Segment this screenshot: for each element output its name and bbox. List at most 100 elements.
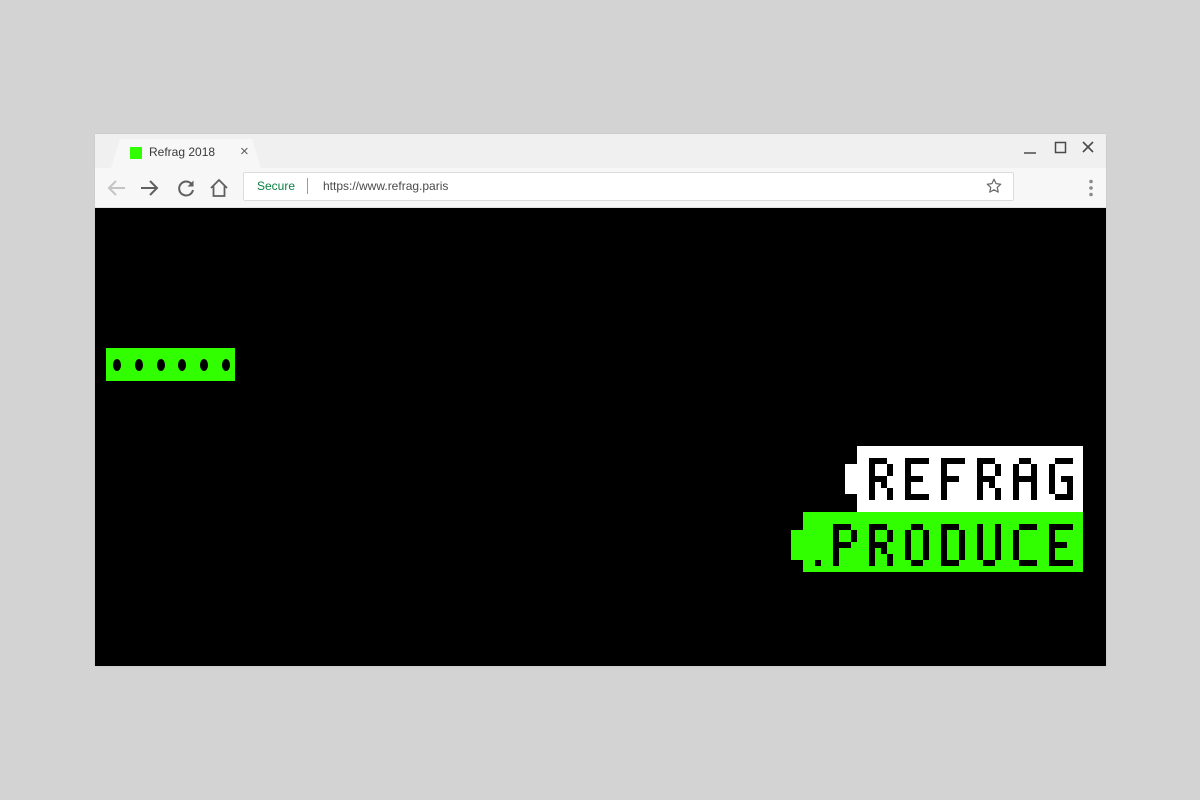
close-window-icon[interactable] xyxy=(1081,140,1095,156)
logo-line-refrag-glyph-pixel xyxy=(1019,458,1025,464)
logo-line-produce-glyph-pixel xyxy=(977,542,983,548)
url-text[interactable]: https://www.refrag.paris xyxy=(323,179,448,193)
logo-line-produce-glyph-pixel xyxy=(1025,560,1031,566)
logo-line-produce-glyph-pixel xyxy=(1067,560,1073,566)
tab-close-icon[interactable]: × xyxy=(240,143,249,161)
logo-line-produce-glyph-pixel xyxy=(833,548,839,554)
logo-line-refrag-glyph-pixel xyxy=(911,458,917,464)
logo-line-produce-glyph-pixel xyxy=(941,548,947,554)
logo-line-produce-glyph-pixel xyxy=(887,554,893,560)
back-arrow-icon[interactable] xyxy=(106,177,128,199)
logo-line-produce-glyph-pixel xyxy=(1025,524,1031,530)
loader-dot xyxy=(222,359,230,371)
logo-line-refrag-glyph-pixel xyxy=(1061,476,1067,482)
logo-line-produce-glyph-pixel xyxy=(923,536,929,542)
logo-line-refrag-glyph-pixel xyxy=(1031,494,1037,500)
security-label[interactable]: Secure xyxy=(257,179,295,193)
browser-window: Refrag 2018 × Secure https://www.refrag.… xyxy=(95,134,1106,666)
logo-line-refrag-glyph-pixel xyxy=(917,458,923,464)
logo-line-refrag-glyph-pixel xyxy=(983,458,989,464)
logo-line-produce-glyph-pixel xyxy=(1049,524,1055,530)
loader-dot xyxy=(156,359,165,371)
logo-line-produce-glyph-pixel xyxy=(869,542,875,548)
logo-line-produce-glyph-pixel xyxy=(869,536,875,542)
logo-line-refrag-glyph-pixel xyxy=(1067,458,1073,464)
tab-refrag[interactable]: Refrag 2018 × xyxy=(111,139,261,168)
logo-line-produce-glyph-pixel xyxy=(905,542,911,548)
logo-line-refrag-glyph-pixel xyxy=(941,476,947,482)
logo-line-produce-glyph-pixel xyxy=(881,542,887,548)
logo-line-refrag-glyph-pixel xyxy=(947,458,953,464)
logo-line-refrag-glyph-pixel xyxy=(977,470,983,476)
logo-line-refrag-glyph-pixel xyxy=(977,458,983,464)
minimize-icon[interactable] xyxy=(1023,140,1037,156)
logo-line-produce-glyph-pixel xyxy=(905,554,911,560)
logo-line-produce-glyph-pixel xyxy=(959,530,965,536)
refrag-produce-logo xyxy=(791,446,1083,572)
logo-line-refrag-glyph-pixel xyxy=(953,458,959,464)
logo-line-produce-glyph-pixel xyxy=(881,524,887,530)
loading-indicator[interactable] xyxy=(106,348,235,381)
logo-line-refrag-glyph-pixel xyxy=(869,470,875,476)
logo-line-produce-glyph-pixel xyxy=(995,542,1001,548)
logo-line-refrag-glyph-pixel xyxy=(1055,494,1061,500)
address-bar[interactable]: Secure https://www.refrag.paris xyxy=(243,172,1014,201)
logo-line-produce-glyph-pixel xyxy=(1061,524,1067,530)
logo-line-refrag-glyph-pixel xyxy=(881,482,887,488)
logo-line-refrag-glyph-pixel xyxy=(869,464,875,470)
logo-line-produce-glyph-pixel xyxy=(923,542,929,548)
logo-line-refrag-glyph-pixel xyxy=(869,494,875,500)
logo-line-refrag-glyph-pixel xyxy=(1013,470,1019,476)
logo-line-produce-glyph-pixel xyxy=(989,560,995,566)
logo-line-produce-backing-step xyxy=(791,530,803,560)
logo-line-produce-glyph-pixel xyxy=(887,560,893,566)
logo-line-produce-glyph-pixel xyxy=(815,560,821,566)
logo-line-produce-glyph-pixel xyxy=(839,524,845,530)
logo-line-refrag-glyph-pixel xyxy=(1055,458,1061,464)
logo-line-produce-glyph-pixel xyxy=(941,560,947,566)
home-icon[interactable] xyxy=(208,177,230,199)
logo-line-produce-glyph-pixel xyxy=(1055,524,1061,530)
logo-line-refrag-glyph-pixel xyxy=(905,470,911,476)
logo-line-refrag-glyph-pixel xyxy=(1013,464,1019,470)
logo-line-refrag-glyph-pixel xyxy=(1031,476,1037,482)
forward-arrow-icon[interactable] xyxy=(138,177,160,199)
logo-line-refrag-glyph-pixel xyxy=(905,464,911,470)
logo-line-produce-glyph-pixel xyxy=(1013,530,1019,536)
logo-line-refrag-glyph-pixel xyxy=(1025,476,1031,482)
logo-line-refrag-glyph-pixel xyxy=(1025,458,1031,464)
logo-line-refrag-glyph-pixel xyxy=(1031,482,1037,488)
logo-line-refrag-glyph-pixel xyxy=(941,470,947,476)
loader-dot xyxy=(113,359,121,371)
logo-line-produce-glyph-pixel xyxy=(833,530,839,536)
logo-line-produce-glyph-pixel xyxy=(887,530,893,536)
logo-line-produce-glyph-pixel xyxy=(905,536,911,542)
logo-line-refrag-glyph-pixel xyxy=(959,458,965,464)
logo-line-refrag-glyph-pixel xyxy=(911,494,917,500)
kebab-menu-icon[interactable] xyxy=(1089,179,1093,197)
maximize-icon[interactable] xyxy=(1054,140,1068,156)
logo-line-produce-glyph-pixel xyxy=(833,524,839,530)
logo-line-produce-glyph-pixel xyxy=(1049,548,1055,554)
bookmark-star-icon[interactable] xyxy=(985,177,1003,195)
logo-line-refrag-glyph-pixel xyxy=(1049,470,1055,476)
logo-line-produce-glyph-pixel xyxy=(869,524,875,530)
logo-line-produce-glyph-pixel xyxy=(1061,560,1067,566)
logo-line-refrag-glyph-pixel xyxy=(887,488,893,494)
logo-line-produce-glyph-pixel xyxy=(977,554,983,560)
logo-line-produce-glyph-pixel xyxy=(953,524,959,530)
logo-line-produce-glyph-pixel xyxy=(1055,560,1061,566)
logo-line-produce-glyph-pixel xyxy=(875,542,881,548)
logo-line-refrag-backing-step xyxy=(845,464,857,494)
logo-line-refrag-glyph-pixel xyxy=(989,458,995,464)
logo-line-refrag-glyph-pixel xyxy=(977,494,983,500)
logo-line-refrag-glyph-pixel xyxy=(983,476,989,482)
logo-line-refrag-glyph-pixel xyxy=(911,476,917,482)
logo-line-produce-glyph-pixel xyxy=(851,530,857,536)
logo-line-refrag-glyph-pixel xyxy=(1031,488,1037,494)
reload-icon[interactable] xyxy=(175,177,197,199)
logo-line-refrag-glyph-pixel xyxy=(905,488,911,494)
logo-line-produce-glyph-pixel xyxy=(1061,542,1067,548)
logo-line-produce-glyph-pixel xyxy=(833,560,839,566)
logo-line-produce-glyph-pixel xyxy=(869,560,875,566)
